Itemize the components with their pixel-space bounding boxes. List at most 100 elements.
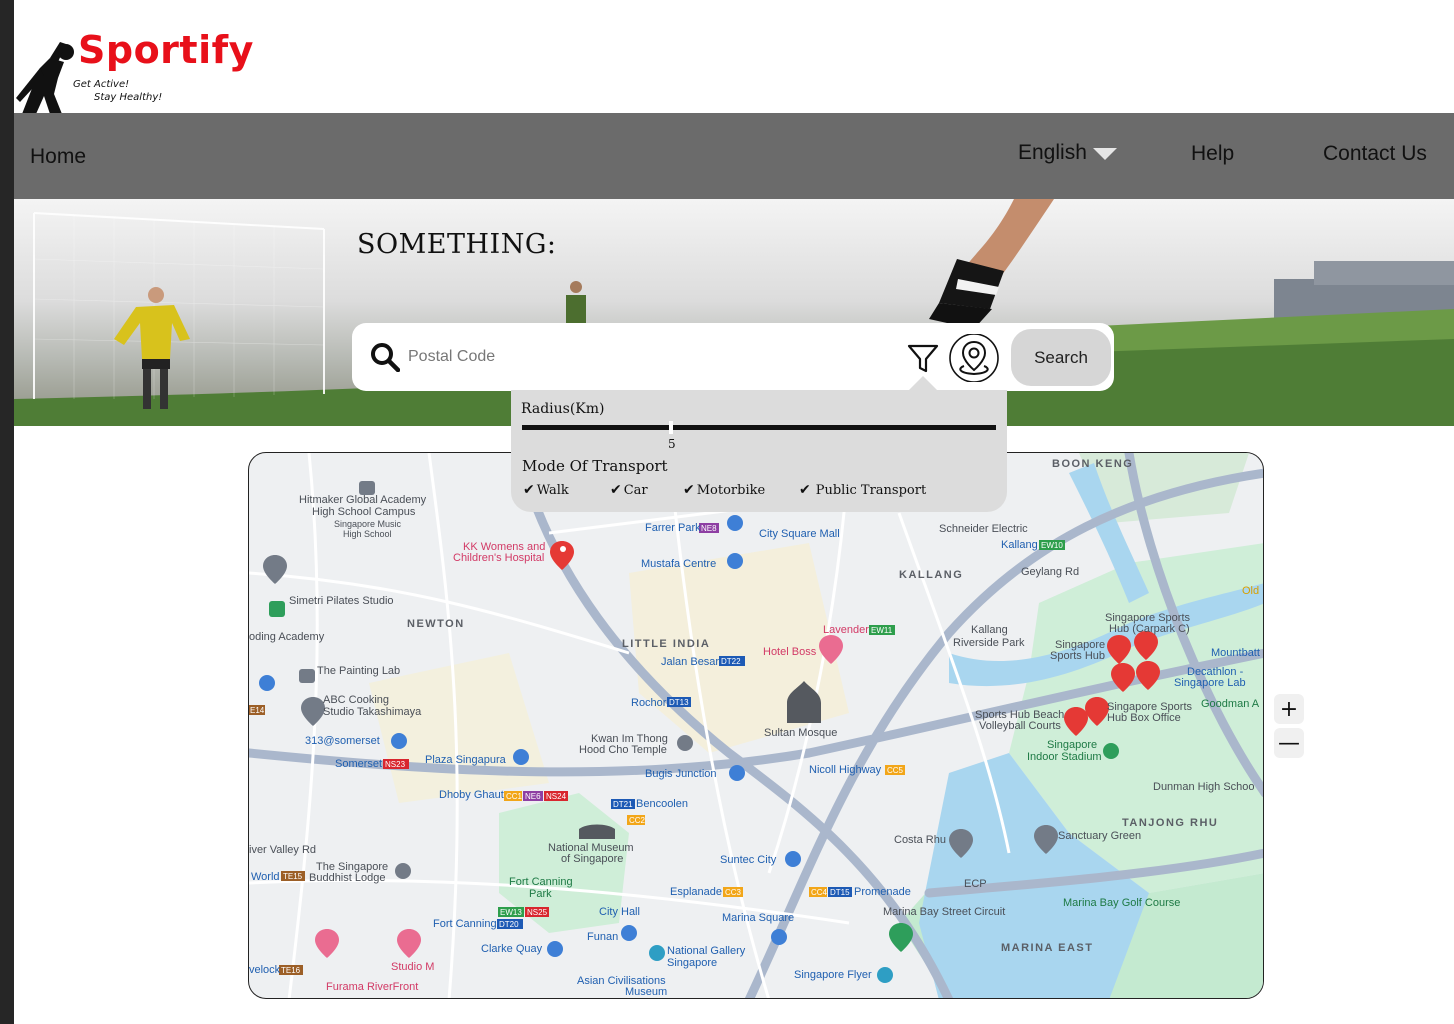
radius-value: 5 <box>668 437 676 451</box>
radius-slider-thumb[interactable] <box>669 421 673 434</box>
svg-text:DT13: DT13 <box>669 698 689 707</box>
map-label-boon-keng: BOON KENG <box>1052 458 1134 470</box>
map-label-marina-circuit: Marina Bay Street Circuit <box>883 906 1006 918</box>
svg-text:CC3: CC3 <box>725 888 742 897</box>
map-label-river-valley: iver Valley Rd <box>249 844 317 856</box>
postal-code-input[interactable] <box>408 340 888 374</box>
transport-option-label: Motorbike <box>696 482 766 498</box>
svg-text:EW11: EW11 <box>871 626 893 635</box>
map-label-hitmaker-2: High School Campus <box>312 506 416 518</box>
map-view[interactable]: NE8 EW10 EW11 DT22 DT13 NS23 CC1 NE6 NS2… <box>248 452 1264 999</box>
svg-text:EW10: EW10 <box>1041 541 1063 550</box>
map-label-rochor: Rochor <box>631 697 667 709</box>
map-label-costa-rhu: Costa Rhu <box>894 834 946 846</box>
map-label-decathlon-2: Singapore Lab <box>1174 677 1246 689</box>
navbar: Home English Help Contact Us <box>14 113 1454 199</box>
search-button[interactable]: Search <box>1011 329 1111 386</box>
nav-help-link[interactable]: Help <box>1191 142 1234 166</box>
dropdown-triangle-icon <box>1092 148 1117 160</box>
map-label-music-school: Singapore Music <box>334 519 402 529</box>
map-label-somerset: Somerset <box>335 758 383 770</box>
map-label-marina-east: MARINA EAST <box>1001 942 1094 954</box>
brand-tagline-2: Stay Healthy! <box>94 92 163 103</box>
map-label-esplanade: Esplanade <box>670 886 722 898</box>
svg-text:CC5: CC5 <box>887 766 904 775</box>
map-label-schneider: Schneider Electric <box>939 523 1028 535</box>
map-label-indoor-stadium: Singapore <box>1047 739 1098 751</box>
svg-text:CC1: CC1 <box>506 792 523 801</box>
map-label-national-gallery: National Gallery <box>667 945 746 957</box>
check-icon: ✔ <box>799 482 811 498</box>
map-label-promenade: Promenade <box>854 886 911 898</box>
svg-text:DT22: DT22 <box>721 657 741 666</box>
transport-option-public-transport[interactable]: ✔ Public Transport <box>799 482 926 498</box>
check-icon: ✔ <box>523 482 535 498</box>
map-label-hotel-boss: Hotel Boss <box>763 646 817 658</box>
zoom-in-button[interactable]: + <box>1274 694 1304 724</box>
map-label-nicoll-highway: Nicoll Highway <box>809 764 882 776</box>
transport-option-car[interactable]: ✔ Car <box>610 482 648 498</box>
svg-text:DT21: DT21 <box>613 800 633 809</box>
map-label-coding-academy: oding Academy <box>249 631 325 643</box>
transport-option-label: Walk <box>536 482 569 498</box>
map-label-ecp: ECP <box>964 878 987 890</box>
svg-text:CC2: CC2 <box>629 816 646 825</box>
runner-figure-icon <box>16 42 74 114</box>
map-label-farrer-park: Farrer Park <box>645 522 701 534</box>
map-label-kallang-park: Kallang <box>971 624 1008 636</box>
map-label-newton: NEWTON <box>407 618 465 630</box>
map-label-sultan-mosque: Sultan Mosque <box>764 727 838 739</box>
brand-logo[interactable]: Sportify Get Active! Stay Healthy! <box>14 28 314 114</box>
window-edge <box>0 0 14 1024</box>
map-label-old: Old <box>1242 585 1260 597</box>
map-label-kallang-area: KALLANG <box>899 569 964 581</box>
language-dropdown[interactable]: English <box>1018 141 1117 165</box>
svg-text:TE16: TE16 <box>281 966 301 975</box>
svg-text:E14: E14 <box>250 706 265 715</box>
map-label-world: World <box>251 871 280 883</box>
map-label-hitmaker: Hitmaker Global Academy <box>299 494 427 506</box>
map-label-goodman: Goodman A <box>1201 698 1260 710</box>
map-label-marina-square: Marina Square <box>722 912 795 924</box>
nav-home-link[interactable]: Home <box>30 145 86 169</box>
map-label-mountbatten: Mountbatt <box>1211 647 1260 659</box>
map-label-dhoby-ghaut: Dhoby Ghaut <box>439 789 504 801</box>
map-label-tanjong-rhu: TANJONG RHU <box>1122 817 1219 829</box>
map-label-buddhist-lodge-2: Buddhist Lodge <box>309 872 386 884</box>
filter-icon[interactable] <box>907 343 939 373</box>
map-label-furama: Furama RiverFront <box>326 981 419 993</box>
radius-slider-track[interactable] <box>522 425 996 430</box>
transport-option-walk[interactable]: ✔ Walk <box>523 482 569 498</box>
map-label-sanctuary-green: Sanctuary Green <box>1058 830 1142 842</box>
map-label-fort-canning-station: Fort Canning <box>433 918 497 930</box>
map-label-painting-lab: The Painting Lab <box>317 665 401 677</box>
svg-text:NS25: NS25 <box>527 908 548 917</box>
map-label-plaza-singapura: Plaza Singapura <box>425 754 506 766</box>
map-label-simetri: Simetri Pilates Studio <box>289 595 394 607</box>
map-label-clarke-quay: Clarke Quay <box>481 943 543 955</box>
map-label-lavender: Lavender <box>823 624 869 636</box>
nav-contact-link[interactable]: Contact Us <box>1323 142 1427 166</box>
svg-text:NS24: NS24 <box>546 792 567 801</box>
map-label-studio-m: Studio M <box>391 961 435 973</box>
location-pin-icon[interactable] <box>948 334 1000 382</box>
map-label-dunman: Dunman High Schoo <box>1153 781 1255 793</box>
svg-text:NE8: NE8 <box>701 524 717 533</box>
transport-option-motorbike[interactable]: ✔ Motorbike <box>683 482 765 498</box>
filter-popover: Radius(Km) 5 Mode Of Transport ✔ Walk ✔ … <box>511 390 1007 512</box>
map-label-velock: velock <box>249 964 281 976</box>
map-label-singapore-flyer: Singapore Flyer <box>794 969 872 981</box>
map-label-kallang-station: Kallang <box>1001 539 1038 551</box>
map-label-abc-cooking: ABC Cooking <box>323 694 390 706</box>
map-label-little-india: LITTLE INDIA <box>622 638 711 650</box>
check-icon: ✔ <box>683 482 695 498</box>
map-label-kallang-park-2: Riverside Park <box>953 637 1025 649</box>
search-icon <box>371 343 400 372</box>
svg-text:DT15: DT15 <box>830 888 850 897</box>
zoom-out-button[interactable]: — <box>1274 728 1304 758</box>
map-label-fort-canning-park-2: Park <box>529 888 552 900</box>
map-label-kk-hospital-2: Children's Hospital <box>453 552 545 564</box>
svg-text:DT20: DT20 <box>499 920 519 929</box>
map-label-abc-cooking-2: Studio Takashimaya <box>323 706 422 718</box>
map-label-jalan-besar: Jalan Besar <box>661 656 720 668</box>
